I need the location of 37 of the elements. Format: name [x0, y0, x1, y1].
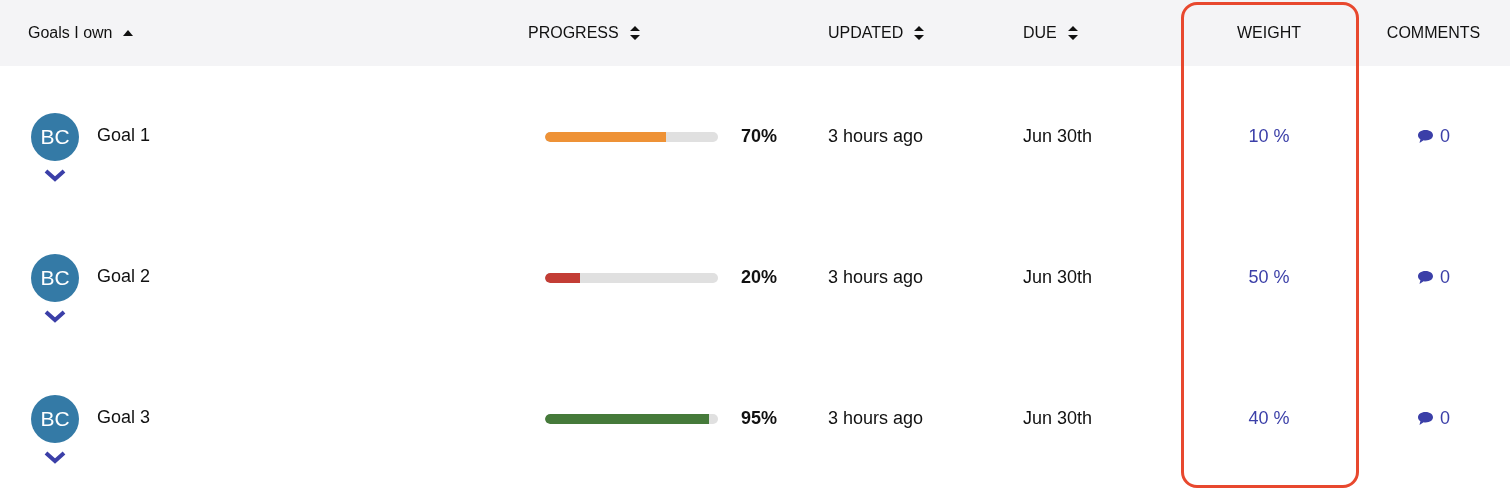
chevron-down-icon[interactable] [44, 450, 66, 464]
due-date: Jun 30th [1023, 267, 1093, 288]
updated-time: 3 hours ago [828, 408, 924, 429]
column-header[interactable]: UPDATED [828, 24, 926, 42]
sort-icon[interactable] [628, 25, 641, 41]
goal-name[interactable]: Goal 2 [97, 266, 151, 287]
due-date: Jun 30th [1023, 408, 1093, 429]
avatar: BC [31, 394, 79, 443]
comment-count[interactable]: 0 [1440, 408, 1450, 429]
column-header[interactable]: Goals I own [28, 24, 135, 42]
column-header[interactable]: PROGRESS [528, 24, 641, 42]
avatar: BC [31, 112, 79, 161]
weight-value[interactable]: 50 % [1248, 267, 1290, 288]
column-header: COMMENTS [1386, 24, 1481, 42]
weight-value[interactable]: 40 % [1248, 408, 1290, 429]
comment-icon[interactable] [1417, 129, 1434, 144]
column-header: WEIGHT [1237, 24, 1301, 42]
progress-percent: 20% [739, 267, 777, 288]
updated-time: 3 hours ago [828, 126, 924, 147]
due-date: Jun 30th [1023, 126, 1093, 147]
comment-icon[interactable] [1417, 270, 1434, 285]
goal-name[interactable]: Goal 3 [97, 407, 151, 428]
sort-icon[interactable] [913, 25, 926, 41]
progress-percent: 70% [739, 126, 777, 147]
avatar: BC [31, 253, 79, 302]
sort-icon[interactable] [1066, 25, 1079, 41]
sort-ascending-icon[interactable] [122, 29, 135, 37]
chevron-down-icon[interactable] [44, 168, 66, 182]
comment-count[interactable]: 0 [1440, 126, 1450, 147]
chevron-down-icon[interactable] [44, 309, 66, 323]
comment-icon[interactable] [1417, 411, 1434, 426]
updated-time: 3 hours ago [828, 267, 924, 288]
progress-percent: 95% [739, 408, 777, 429]
comment-count[interactable]: 0 [1440, 267, 1450, 288]
goal-name[interactable]: Goal 1 [97, 125, 151, 146]
column-header[interactable]: DUE [1023, 24, 1079, 42]
weight-value[interactable]: 10 % [1248, 126, 1290, 147]
